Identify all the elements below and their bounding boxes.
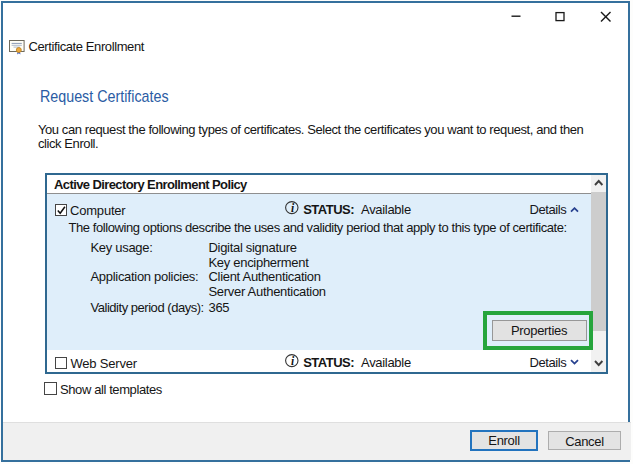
svg-text:i: i xyxy=(291,355,295,367)
svg-text:i: i xyxy=(291,202,295,214)
